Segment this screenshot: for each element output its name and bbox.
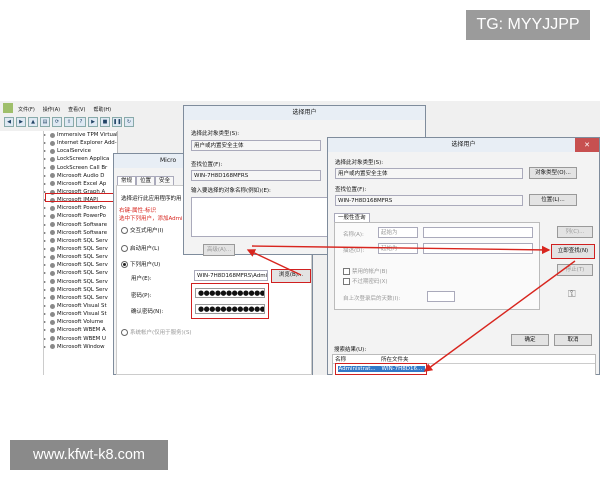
- screenshot-panel: 文件(F) 操作(A) 查看(V) 帮助(H) ◀ ▶ ▲ ▤ ⟳ ⇪? ▶ ■ ❚❚ ↻ ▸ Immer…: [0, 101, 600, 375]
- url-watermark: www.kfwt-k8.com: [10, 440, 168, 470]
- annotation-arrows: [246, 245, 576, 372]
- arrow-find-to-result: [423, 260, 576, 372]
- tg-watermark: TG: MYYJJPP: [466, 10, 590, 40]
- arrow-advanced-to-find: [251, 245, 551, 255]
- arrow-browse-to-advanced: [246, 249, 302, 276]
